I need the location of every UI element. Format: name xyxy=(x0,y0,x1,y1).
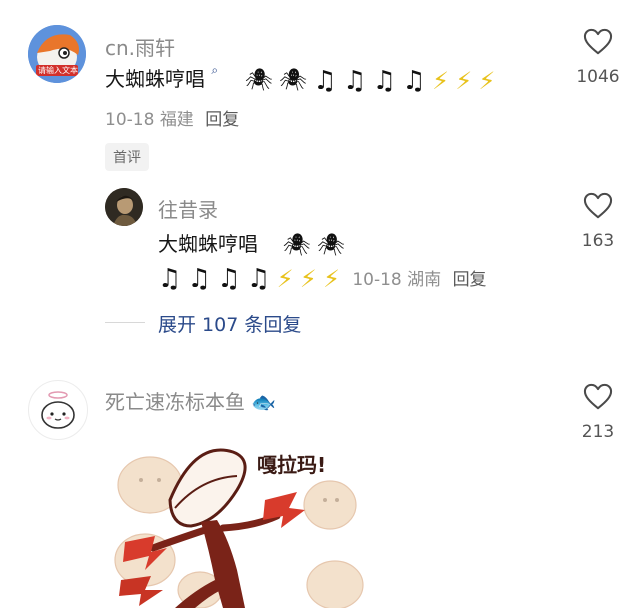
username-text: 死亡速冻标本鱼 xyxy=(105,390,245,414)
spider-icon: 🕷 xyxy=(282,233,311,258)
reply-button[interactable]: 回复 xyxy=(205,110,239,130)
avatar-label: 请输入文本 xyxy=(38,66,78,75)
comment-meta: 10-18 福建 回复 xyxy=(105,105,239,130)
expand-divider xyxy=(105,322,145,323)
like-button[interactable] xyxy=(566,383,630,415)
music-note-icon: ♫ xyxy=(247,264,271,294)
comment-meta: 10-18 湖南 回复 xyxy=(352,270,486,290)
search-icon[interactable]: ⌕ xyxy=(211,63,218,77)
heart-icon xyxy=(583,192,613,219)
comment-text-body: 大蜘蛛哼唱 xyxy=(105,67,205,91)
date: 10-18 xyxy=(105,110,155,130)
username[interactable]: cn.雨轩 xyxy=(105,32,175,61)
music-note-icon: ♫ xyxy=(343,65,367,96)
music-note-icon: ♫ xyxy=(313,65,337,96)
lightning-icon: ⚡ xyxy=(299,265,317,293)
heart-icon xyxy=(583,28,613,55)
username[interactable]: 死亡速冻标本鱼 🐟 xyxy=(105,386,276,415)
sticker-image[interactable]: 嘎拉玛! xyxy=(105,430,380,608)
music-note-icon: ♫ xyxy=(217,264,241,294)
lightning-icon: ⚡ xyxy=(478,66,496,95)
reply-button[interactable]: 回复 xyxy=(453,270,487,290)
like-count: 213 xyxy=(581,422,615,442)
comment-text-line2: ♫ ♫ ♫ ♫ ⚡ ⚡ ⚡ 10-18 湖南 回复 xyxy=(158,264,487,294)
avatar[interactable] xyxy=(28,380,88,440)
date: 10-18 xyxy=(352,269,402,290)
location: 湖南 xyxy=(407,269,442,290)
username[interactable]: 往昔录 xyxy=(158,194,218,223)
lightning-icon: ⚡ xyxy=(455,66,473,95)
spider-icon: 🕷 xyxy=(244,68,273,93)
avatar[interactable] xyxy=(105,188,143,226)
like-count: 163 xyxy=(581,231,615,251)
avatar-portrait-icon xyxy=(105,188,143,226)
lightning-icon: ⚡ xyxy=(276,265,294,293)
like-button[interactable] xyxy=(566,192,630,224)
comment-text-body: 大蜘蛛哼唱 xyxy=(158,232,258,256)
like-button[interactable] xyxy=(566,28,630,60)
lightning-icon: ⚡ xyxy=(323,265,340,293)
comment-text: 大蜘蛛哼唱 🕷 🕷 xyxy=(158,228,345,258)
like-count: 1046 xyxy=(576,67,620,87)
lightning-icon: ⚡ xyxy=(432,66,449,95)
first-comment-badge: 首评 xyxy=(105,143,149,171)
spider-icon: 🕷 xyxy=(279,68,308,93)
music-note-icon: ♫ xyxy=(402,65,426,96)
music-note-icon: ♫ xyxy=(372,65,397,96)
avatar[interactable]: 请输入文本 xyxy=(28,25,86,83)
spider-icon: 🕷 xyxy=(317,233,345,258)
avatar-bunny-icon xyxy=(41,391,75,429)
dancing-creature-sticker-icon: 嘎拉玛! xyxy=(105,430,380,608)
music-note-icon: ♫ xyxy=(187,264,211,294)
heart-icon xyxy=(583,383,613,410)
sticker-text: 嘎拉玛! xyxy=(257,453,326,477)
expand-replies-button[interactable]: 展开 107 条回复 xyxy=(158,310,301,337)
music-note-icon: ♫ xyxy=(158,264,182,294)
comment-text: 大蜘蛛哼唱 ⌕ 🕷 🕷 ♫ ♫ ♫ ♫ ⚡ ⚡ ⚡ xyxy=(105,63,495,96)
location: 福建 xyxy=(159,110,194,130)
fish-icon: 🐟 xyxy=(251,390,277,414)
